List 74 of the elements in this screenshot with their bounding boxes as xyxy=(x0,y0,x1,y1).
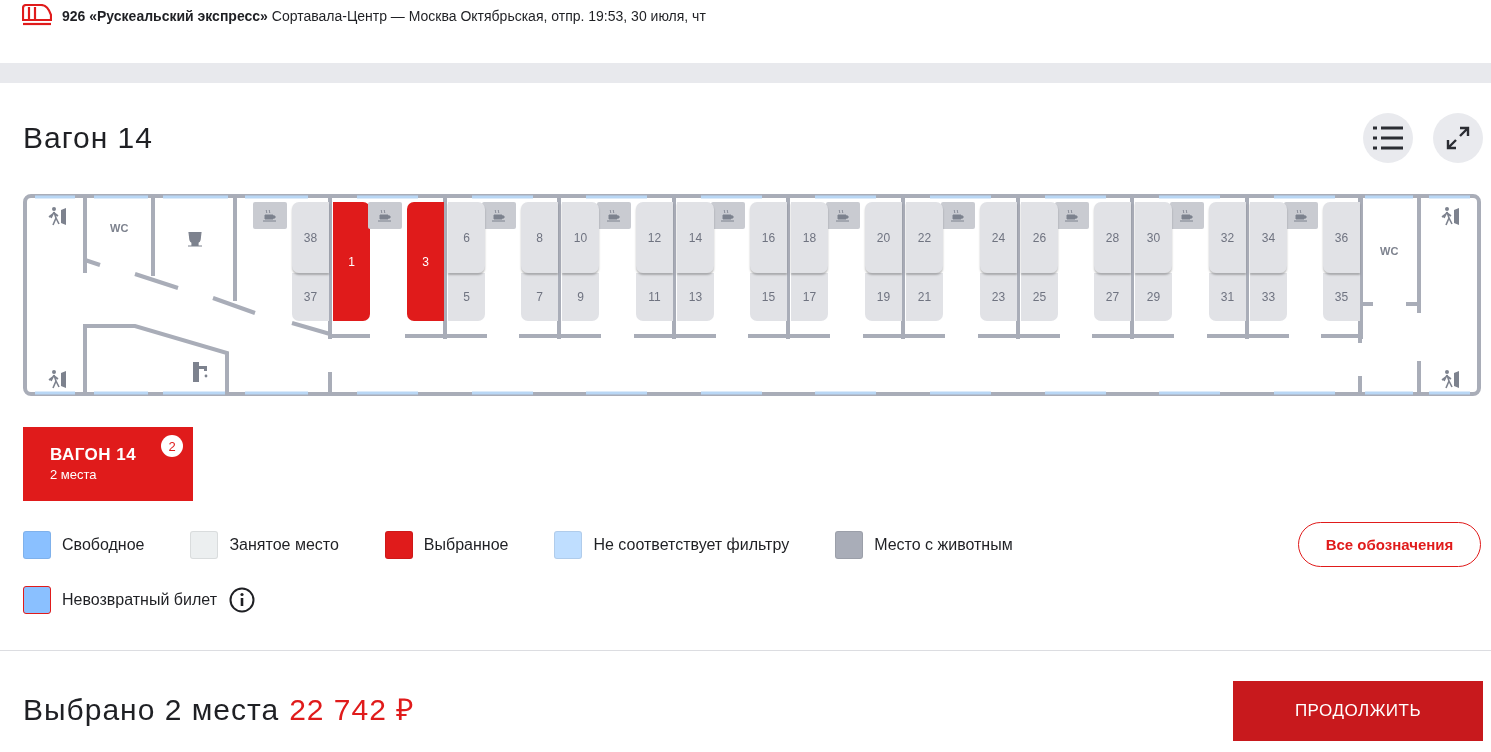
seat[interactable]: 22 xyxy=(906,202,943,273)
seat[interactable]: 31 xyxy=(1209,273,1246,321)
list-view-button[interactable] xyxy=(1363,113,1413,163)
seat[interactable]: 27 xyxy=(1094,273,1131,321)
exit-icon xyxy=(48,369,66,389)
selection-summary: Выбрано 2 места xyxy=(23,693,280,727)
seat[interactable]: 28 xyxy=(1094,202,1131,273)
seat[interactable]: 30 xyxy=(1135,202,1172,273)
table-icon xyxy=(1170,202,1204,229)
table-icon xyxy=(1055,202,1089,229)
cup-icon xyxy=(187,232,203,247)
fullscreen-button[interactable] xyxy=(1433,113,1483,163)
seat[interactable]: 23 xyxy=(980,273,1017,321)
seat[interactable]: 19 xyxy=(865,273,902,321)
table-icon xyxy=(1284,202,1318,229)
train-logo-icon xyxy=(22,4,52,26)
seat[interactable]: 9 xyxy=(562,273,599,321)
train-route-text: 926 «Рускеальский экспресс» Сортавала-Центр — Москва Октябрьская, отпр. 19:53, 30 июля, чт xyxy=(62,8,706,24)
seat[interactable]: 36 xyxy=(1323,202,1360,273)
table-icon xyxy=(941,202,975,229)
seat[interactable]: 32 xyxy=(1209,202,1246,273)
continue-button[interactable]: ПРОДОЛЖИТЬ xyxy=(1233,681,1483,741)
seat[interactable]: 24 xyxy=(980,202,1017,273)
sink-icon xyxy=(193,362,209,382)
table-icon xyxy=(482,202,516,229)
seat[interactable]: 26 xyxy=(1021,202,1058,273)
wc-label: WC xyxy=(1380,245,1399,257)
seat[interactable]: 5 xyxy=(448,273,485,321)
seat[interactable]: 10 xyxy=(562,202,599,273)
seat[interactable]: 33 xyxy=(1250,273,1287,321)
legend-label: Не соответствует фильтру xyxy=(593,535,790,554)
seat[interactable]: 35 xyxy=(1323,273,1360,321)
legend-label: Свободное xyxy=(62,535,145,554)
legend-label: Выбранное xyxy=(423,535,509,554)
seat[interactable]: 3 xyxy=(407,202,444,321)
seat[interactable]: 13 xyxy=(677,273,714,321)
seat[interactable]: 1 xyxy=(333,202,370,321)
legend-label: Занятое место xyxy=(229,535,339,554)
seat[interactable]: 21 xyxy=(906,273,943,321)
seat[interactable]: 17 xyxy=(791,273,828,321)
seat[interactable]: 8 xyxy=(521,202,558,273)
seat[interactable]: 7 xyxy=(521,273,558,321)
seat[interactable]: 20 xyxy=(865,202,902,273)
legend-label: Место с животным xyxy=(874,535,1013,554)
total-price: 22 742 ₽ xyxy=(289,692,415,728)
seat[interactable]: 6 xyxy=(448,202,485,273)
table-icon xyxy=(711,202,745,229)
seat[interactable]: 37 xyxy=(292,273,329,321)
table-icon xyxy=(253,202,287,229)
seat[interactable]: 12 xyxy=(636,202,673,273)
seat[interactable]: 15 xyxy=(750,273,787,321)
car-title: Вагон 14 xyxy=(23,121,153,155)
table-icon xyxy=(368,202,402,229)
seat[interactable]: 25 xyxy=(1021,273,1058,321)
expand-icon xyxy=(1446,126,1470,150)
seat[interactable]: 11 xyxy=(636,273,673,321)
seat[interactable]: 34 xyxy=(1250,202,1287,273)
exit-icon xyxy=(1441,369,1459,389)
table-icon xyxy=(597,202,631,229)
seat[interactable]: 16 xyxy=(750,202,787,273)
seat-count-badge: 2 xyxy=(161,435,183,457)
seat[interactable]: 18 xyxy=(791,202,828,273)
seat[interactable]: 38 xyxy=(292,202,329,273)
list-icon xyxy=(1373,126,1403,150)
exit-icon xyxy=(1441,206,1459,226)
legend-label: Невозвратный билет xyxy=(62,591,217,609)
table-icon xyxy=(826,202,860,229)
exit-icon xyxy=(48,206,66,226)
all-legend-button[interactable]: Все обозначения xyxy=(1298,522,1481,567)
info-icon[interactable] xyxy=(228,587,255,613)
car-tab[interactable]: ВАГОН 14 2 места 2 xyxy=(23,427,193,501)
wc-label: WC xyxy=(110,222,129,234)
seat[interactable]: 29 xyxy=(1135,273,1172,321)
seat[interactable]: 14 xyxy=(677,202,714,273)
